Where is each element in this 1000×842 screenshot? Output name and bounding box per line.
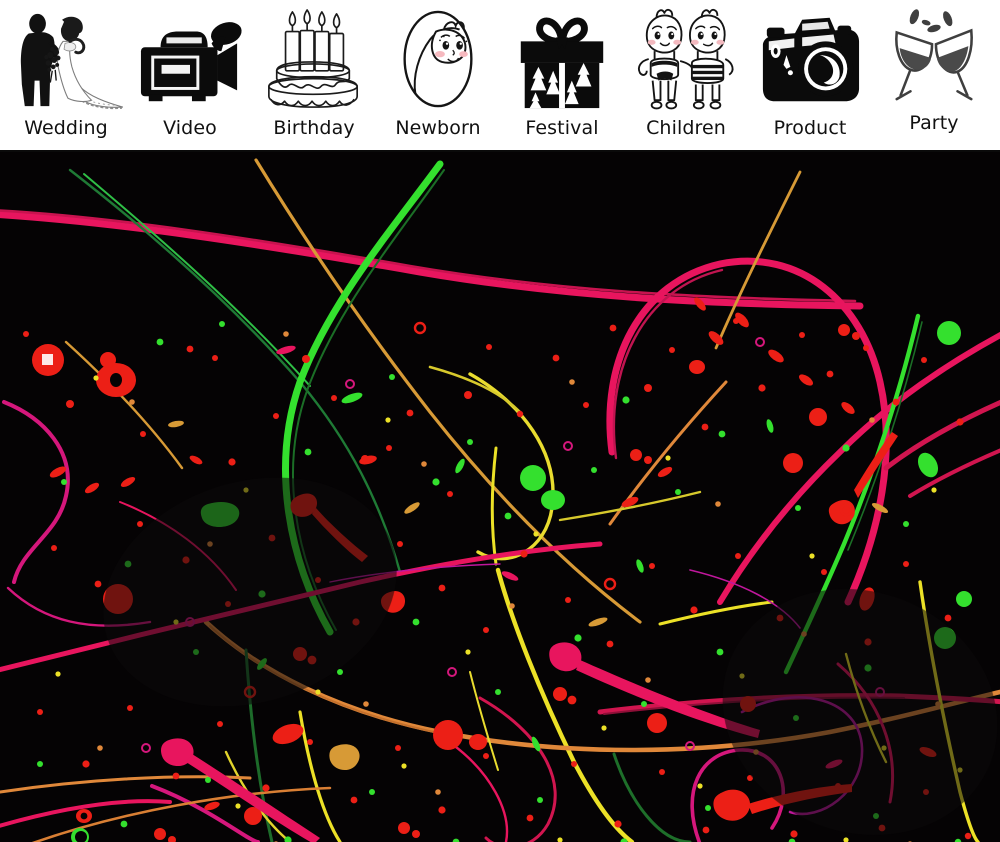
category-item-children[interactable]: Children [626, 0, 746, 146]
category-label-children: Children [646, 117, 726, 139]
video-camera-icon [131, 6, 249, 112]
category-item-newborn[interactable]: Newborn [378, 0, 498, 146]
product-page: Wedding Video Birthday Newborn Festival … [0, 0, 1000, 842]
category-label-birthday: Birthday [273, 117, 355, 139]
category-label-product: Product [773, 117, 847, 139]
category-item-party[interactable]: Party [874, 0, 994, 146]
two-children-icon [627, 6, 745, 112]
backdrop-image [0, 152, 1000, 842]
clinking-wine-glasses-icon [875, 1, 993, 107]
category-label-festival: Festival [525, 117, 599, 139]
photo-camera-icon [751, 6, 869, 112]
gift-box-icon [503, 6, 621, 112]
category-label-wedding: Wedding [24, 117, 108, 139]
category-item-product[interactable]: Product [750, 0, 870, 146]
category-label-video: Video [163, 117, 217, 139]
category-label-newborn: Newborn [395, 117, 481, 139]
category-item-birthday[interactable]: Birthday [254, 0, 374, 146]
paint-splatter-artwork [0, 152, 1000, 842]
category-item-wedding[interactable]: Wedding [6, 0, 126, 146]
swaddled-baby-icon [379, 6, 497, 112]
category-item-video[interactable]: Video [130, 0, 250, 146]
category-bar: Wedding Video Birthday Newborn Festival … [0, 0, 1000, 152]
birthday-cake-icon [255, 6, 373, 112]
wedding-couple-icon [7, 6, 125, 112]
category-label-party: Party [909, 112, 959, 134]
category-item-festival[interactable]: Festival [502, 0, 622, 146]
